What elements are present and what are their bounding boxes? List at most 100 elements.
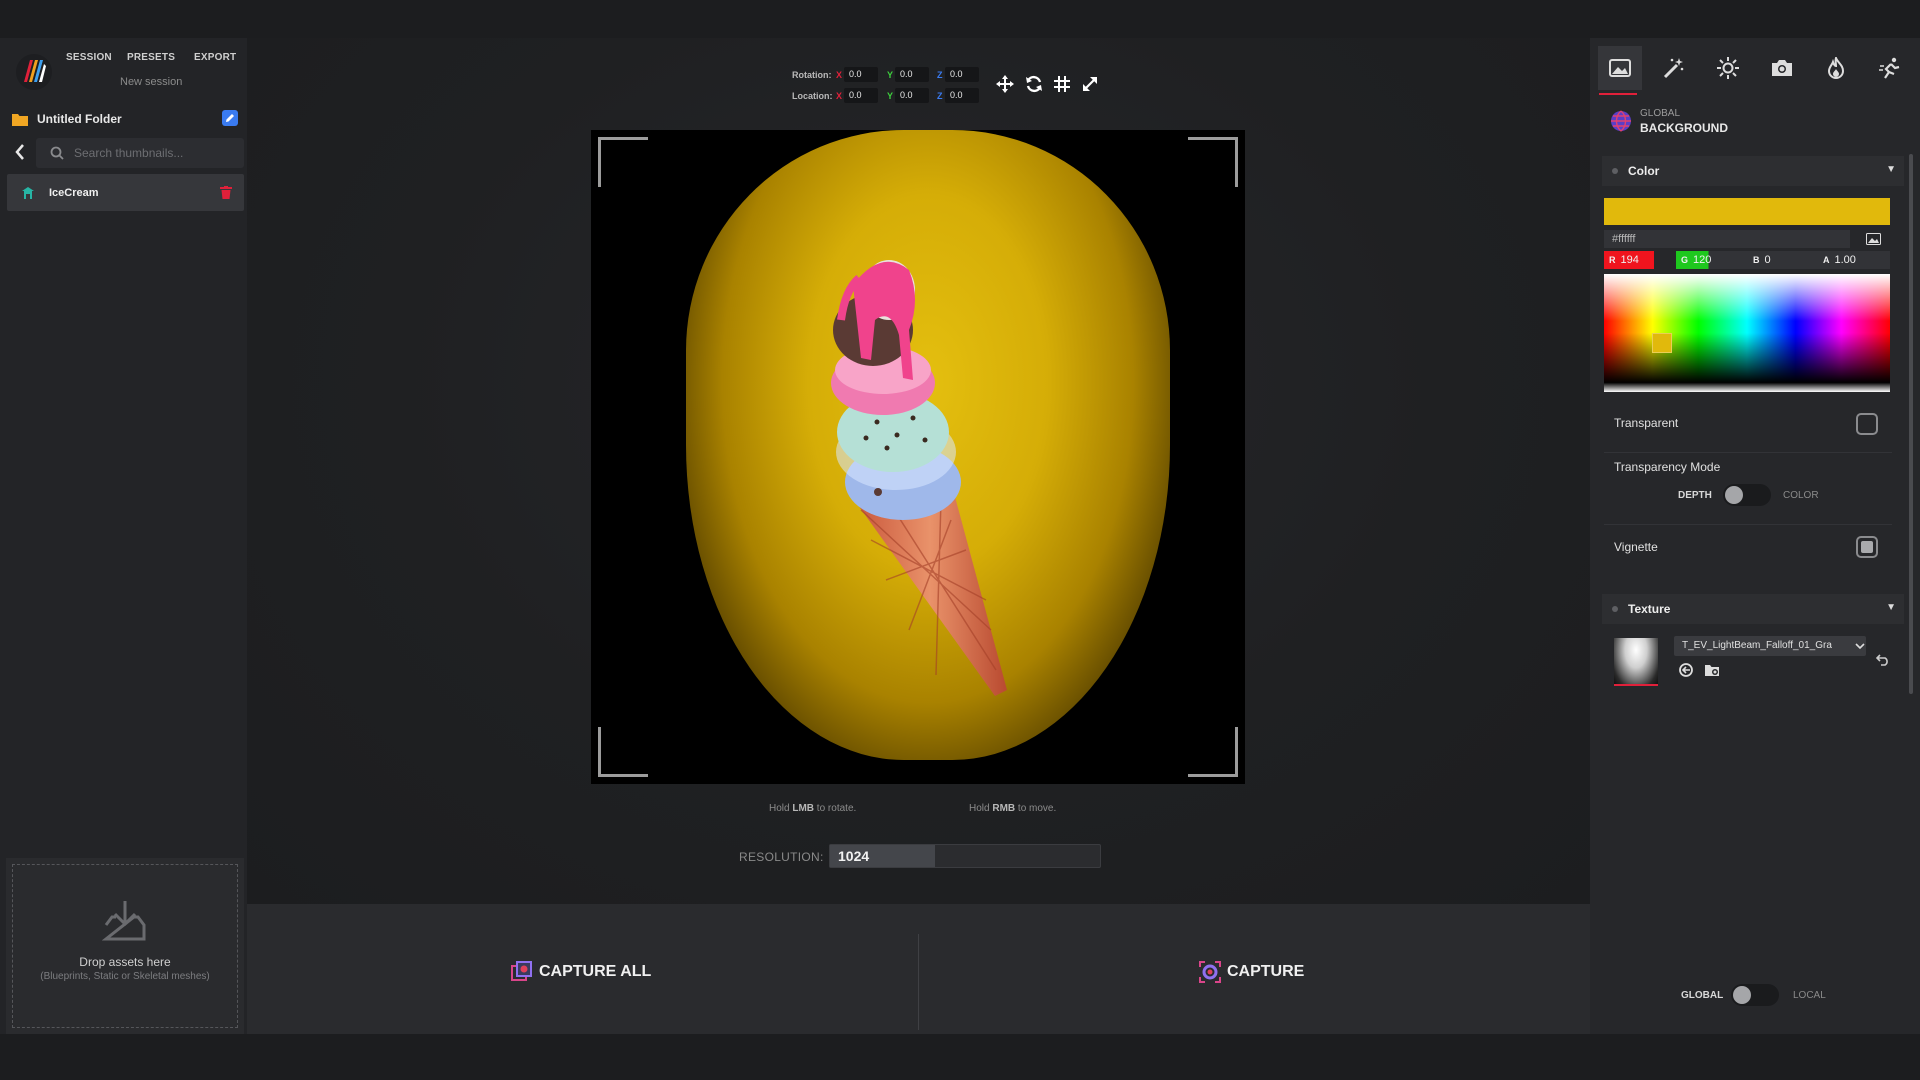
- local-scope-label: LOCAL: [1793, 990, 1826, 1001]
- ice-cream-model: [831, 260, 1007, 696]
- transparent-checkbox[interactable]: [1856, 413, 1878, 435]
- folder-icon: [12, 113, 28, 126]
- move-hint-key: RMB: [992, 803, 1016, 814]
- panel-scope-label: GLOBAL: [1640, 108, 1681, 119]
- row-divider: [1604, 452, 1892, 453]
- animation-icon: [1879, 57, 1900, 79]
- location-z-field[interactable]: 0.0: [945, 88, 979, 103]
- red-channel-field[interactable]: R 194: [1604, 251, 1654, 269]
- scope-toggle[interactable]: [1731, 984, 1779, 1006]
- blue-channel-label: B: [1753, 255, 1760, 265]
- rotation-y-field[interactable]: 0.0: [895, 67, 929, 82]
- color-spectrum[interactable]: [1604, 274, 1890, 392]
- capture-all-label: CAPTURE ALL: [539, 963, 652, 980]
- color-mode-label: COLOR: [1783, 490, 1819, 501]
- rotate-hint-suffix: to rotate.: [814, 803, 857, 814]
- globe-icon: [1611, 110, 1631, 132]
- location-x-field[interactable]: 0.0: [844, 88, 878, 103]
- texture-section-title: Texture: [1628, 602, 1671, 616]
- light-icon: [1717, 57, 1739, 79]
- alpha-channel-field[interactable]: A 1.00: [1818, 251, 1890, 269]
- color-section-header[interactable]: Color ▼: [1602, 156, 1904, 186]
- hex-input[interactable]: #ffffff: [1604, 230, 1850, 248]
- grid-icon[interactable]: [1051, 73, 1073, 95]
- nav-export[interactable]: EXPORT: [194, 52, 236, 63]
- alpha-channel-label: A: [1823, 255, 1830, 265]
- search-input[interactable]: [74, 146, 234, 160]
- move-icon[interactable]: [994, 73, 1016, 95]
- capture-bar: CAPTURE ALL CAPTURE: [247, 904, 1590, 1034]
- texture-thumbnail[interactable]: [1614, 638, 1658, 686]
- toggle-knob: [1725, 486, 1743, 504]
- section-dot: [1612, 168, 1618, 174]
- color-picker-handle[interactable]: [1652, 333, 1672, 353]
- panel-tabs: [1590, 38, 1920, 98]
- fullscreen-icon[interactable]: [1079, 73, 1101, 95]
- edit-folder-icon[interactable]: [222, 110, 238, 126]
- row-divider: [1604, 524, 1892, 525]
- back-arrow-icon[interactable]: [10, 140, 30, 164]
- panel-scrollbar[interactable]: [1909, 154, 1913, 694]
- rotation-x-field[interactable]: 0.0: [844, 67, 878, 82]
- folder-name: Untitled Folder: [37, 112, 122, 126]
- rotation-z-field[interactable]: 0.0: [945, 67, 979, 82]
- vignette-label: Vignette: [1614, 540, 1658, 554]
- drop-zone-border: Drop assets here (Blueprints, Static or …: [12, 864, 238, 1028]
- chevron-down-icon[interactable]: [1855, 642, 1865, 650]
- reset-icon[interactable]: [1023, 73, 1045, 95]
- magic-wand-icon: [1663, 58, 1684, 79]
- rotation-z-axis: Z: [937, 70, 943, 80]
- browse-asset-icon[interactable]: [1678, 662, 1694, 678]
- download-tray-icon: [102, 901, 146, 941]
- capture-button[interactable]: CAPTURE: [1199, 958, 1304, 986]
- red-channel-value: 194: [1620, 254, 1639, 266]
- tab-animation[interactable]: [1868, 46, 1912, 90]
- asset-list-item[interactable]: IceCream: [7, 174, 244, 211]
- move-hint-suffix: to move.: [1015, 803, 1057, 814]
- capture-all-button[interactable]: CAPTURE ALL: [511, 958, 651, 986]
- blue-channel-field[interactable]: B0: [1748, 251, 1818, 269]
- texture-section-header[interactable]: Texture ▼: [1602, 594, 1904, 624]
- move-hint: Hold RMB to move.: [969, 803, 1056, 814]
- location-y-field[interactable]: 0.0: [895, 88, 929, 103]
- nav-session[interactable]: SESSION: [66, 52, 112, 63]
- image-picker-icon[interactable]: [1856, 230, 1890, 248]
- resolution-value: 1024: [838, 848, 870, 864]
- collapse-caret-icon[interactable]: ▼: [1886, 602, 1896, 613]
- frame-corner-top-right: [1188, 137, 1238, 187]
- tab-lighting[interactable]: [1706, 46, 1750, 90]
- search-box[interactable]: [36, 138, 244, 168]
- trash-icon[interactable]: [220, 186, 232, 199]
- location-z-axis: Z: [937, 91, 943, 101]
- capture-icon: [1199, 961, 1221, 983]
- green-channel-label: G: [1681, 255, 1689, 265]
- transparency-mode-toggle[interactable]: [1723, 484, 1771, 506]
- nav-presets[interactable]: PRESETS: [127, 52, 175, 63]
- capture-preview[interactable]: [591, 130, 1245, 784]
- rotate-hint-key: LMB: [792, 803, 815, 814]
- left-sidebar: SESSION PRESETS EXPORT New session Untit…: [0, 38, 247, 1034]
- capture-divider: [918, 934, 919, 1030]
- color-section-title: Color: [1628, 164, 1660, 178]
- transparency-mode-label: Transparency Mode: [1614, 460, 1721, 474]
- vignette-checkbox[interactable]: [1856, 536, 1878, 558]
- app-logo[interactable]: [14, 52, 54, 92]
- reset-texture-icon[interactable]: [1876, 654, 1890, 666]
- tab-background[interactable]: [1598, 46, 1642, 90]
- folder-row[interactable]: Untitled Folder: [12, 108, 238, 130]
- drop-zone[interactable]: Drop assets here (Blueprints, Static or …: [6, 858, 244, 1034]
- tab-camera[interactable]: [1760, 46, 1804, 90]
- tab-effects-fire[interactable]: [1814, 46, 1858, 90]
- alpha-channel-value: 1.00: [1834, 254, 1856, 266]
- move-hint-prefix: Hold: [969, 803, 993, 814]
- texture-select[interactable]: T_EV_LightBeam_Falloff_01_Gra: [1674, 636, 1866, 656]
- viewport[interactable]: Rotation: X 0.0 Y 0.0 Z 0.0 Location: X …: [247, 38, 1590, 904]
- resolution-slider[interactable]: 1024: [829, 844, 1101, 868]
- color-swatch[interactable]: [1604, 198, 1890, 225]
- open-folder-icon[interactable]: [1704, 662, 1720, 678]
- collapse-caret-icon[interactable]: ▼: [1886, 164, 1896, 175]
- green-channel-field[interactable]: G 120: [1676, 251, 1748, 269]
- tab-effects[interactable]: [1652, 46, 1696, 90]
- search-icon: [50, 146, 64, 160]
- properties-panel: GLOBAL BACKGROUND Color ▼ #ffffff R 194 G…: [1590, 38, 1920, 1034]
